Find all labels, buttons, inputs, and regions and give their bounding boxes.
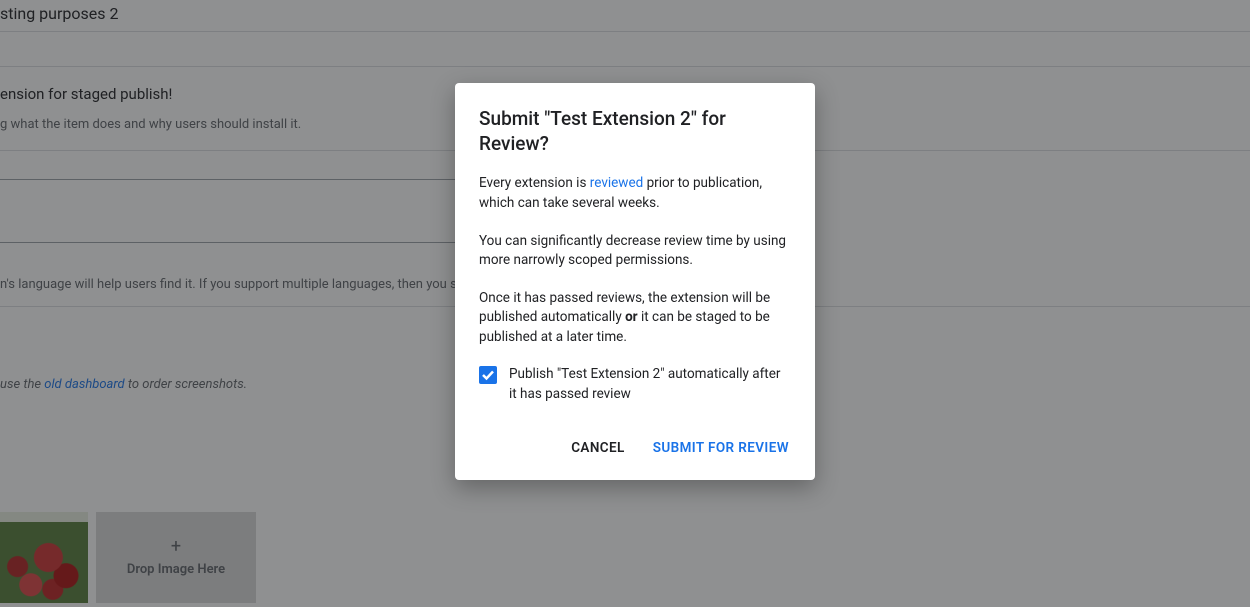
checkmark-icon bbox=[481, 368, 495, 382]
dialog-paragraph-3: Once it has passed reviews, the extensio… bbox=[479, 289, 791, 348]
dialog-paragraph-1: Every extension is reviewed prior to pub… bbox=[479, 174, 791, 213]
dialog-paragraph-2: You can significantly decrease review ti… bbox=[479, 232, 791, 271]
reviewed-link[interactable]: reviewed bbox=[590, 175, 643, 191]
submit-review-dialog: Submit "Test Extension 2" for Review? Ev… bbox=[455, 83, 815, 480]
cancel-button[interactable]: Cancel bbox=[561, 432, 635, 464]
auto-publish-label: Publish "Test Extension 2" automatically… bbox=[509, 365, 791, 404]
dialog-title: Submit "Test Extension 2" for Review? bbox=[479, 107, 791, 156]
auto-publish-checkbox[interactable] bbox=[479, 366, 497, 384]
submit-for-review-button[interactable]: Submit for Review bbox=[643, 432, 799, 464]
